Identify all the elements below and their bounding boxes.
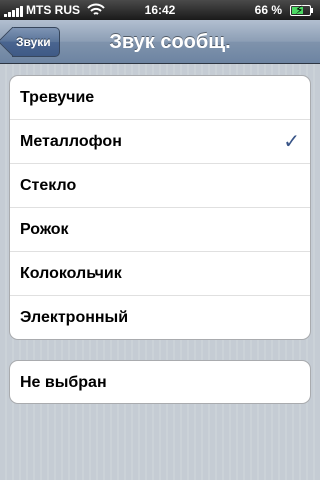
- list-item-label: Электронный: [20, 309, 129, 326]
- page-title: Звук сообщ.: [109, 31, 231, 53]
- list-item-label: Колокольчик: [20, 265, 122, 282]
- list-item-label: Не выбран: [20, 374, 107, 391]
- list-item-label: Стекло: [20, 177, 77, 194]
- checkmark-icon: ✓: [283, 131, 300, 153]
- list-item-steklo[interactable]: Стекло: [10, 164, 310, 208]
- back-button-label: Звуки: [16, 35, 51, 49]
- list-item-label: Металлофон: [20, 133, 122, 150]
- list-item-rozhok[interactable]: Рожок: [10, 208, 310, 252]
- battery-icon: ⚡: [290, 3, 314, 17]
- sound-list: Тревучие Металлофон ✓ Стекло Рожок Колок…: [9, 75, 311, 340]
- battery-percent: 66 %: [254, 3, 282, 17]
- list-item-elektronny[interactable]: Электронный: [10, 296, 310, 339]
- navigation-bar: Звуки Звук сообщ.: [0, 20, 320, 64]
- status-bar: MTS RUS 16:42 66 % ⚡: [0, 0, 320, 20]
- list-item-trezvuchie[interactable]: Тревучие: [10, 76, 310, 120]
- list-item-metallofon[interactable]: Металлофон ✓: [10, 120, 310, 164]
- back-button[interactable]: Звуки: [12, 27, 60, 57]
- none-option-group: Не выбран: [9, 360, 311, 404]
- list-item-label: Рожок: [20, 221, 69, 238]
- list-item-none[interactable]: Не выбран: [10, 361, 310, 403]
- list-item-label: Тревучие: [20, 89, 95, 106]
- charging-bolt-icon: ⚡: [295, 3, 304, 17]
- list-item-kolokolchik[interactable]: Колокольчик: [10, 252, 310, 296]
